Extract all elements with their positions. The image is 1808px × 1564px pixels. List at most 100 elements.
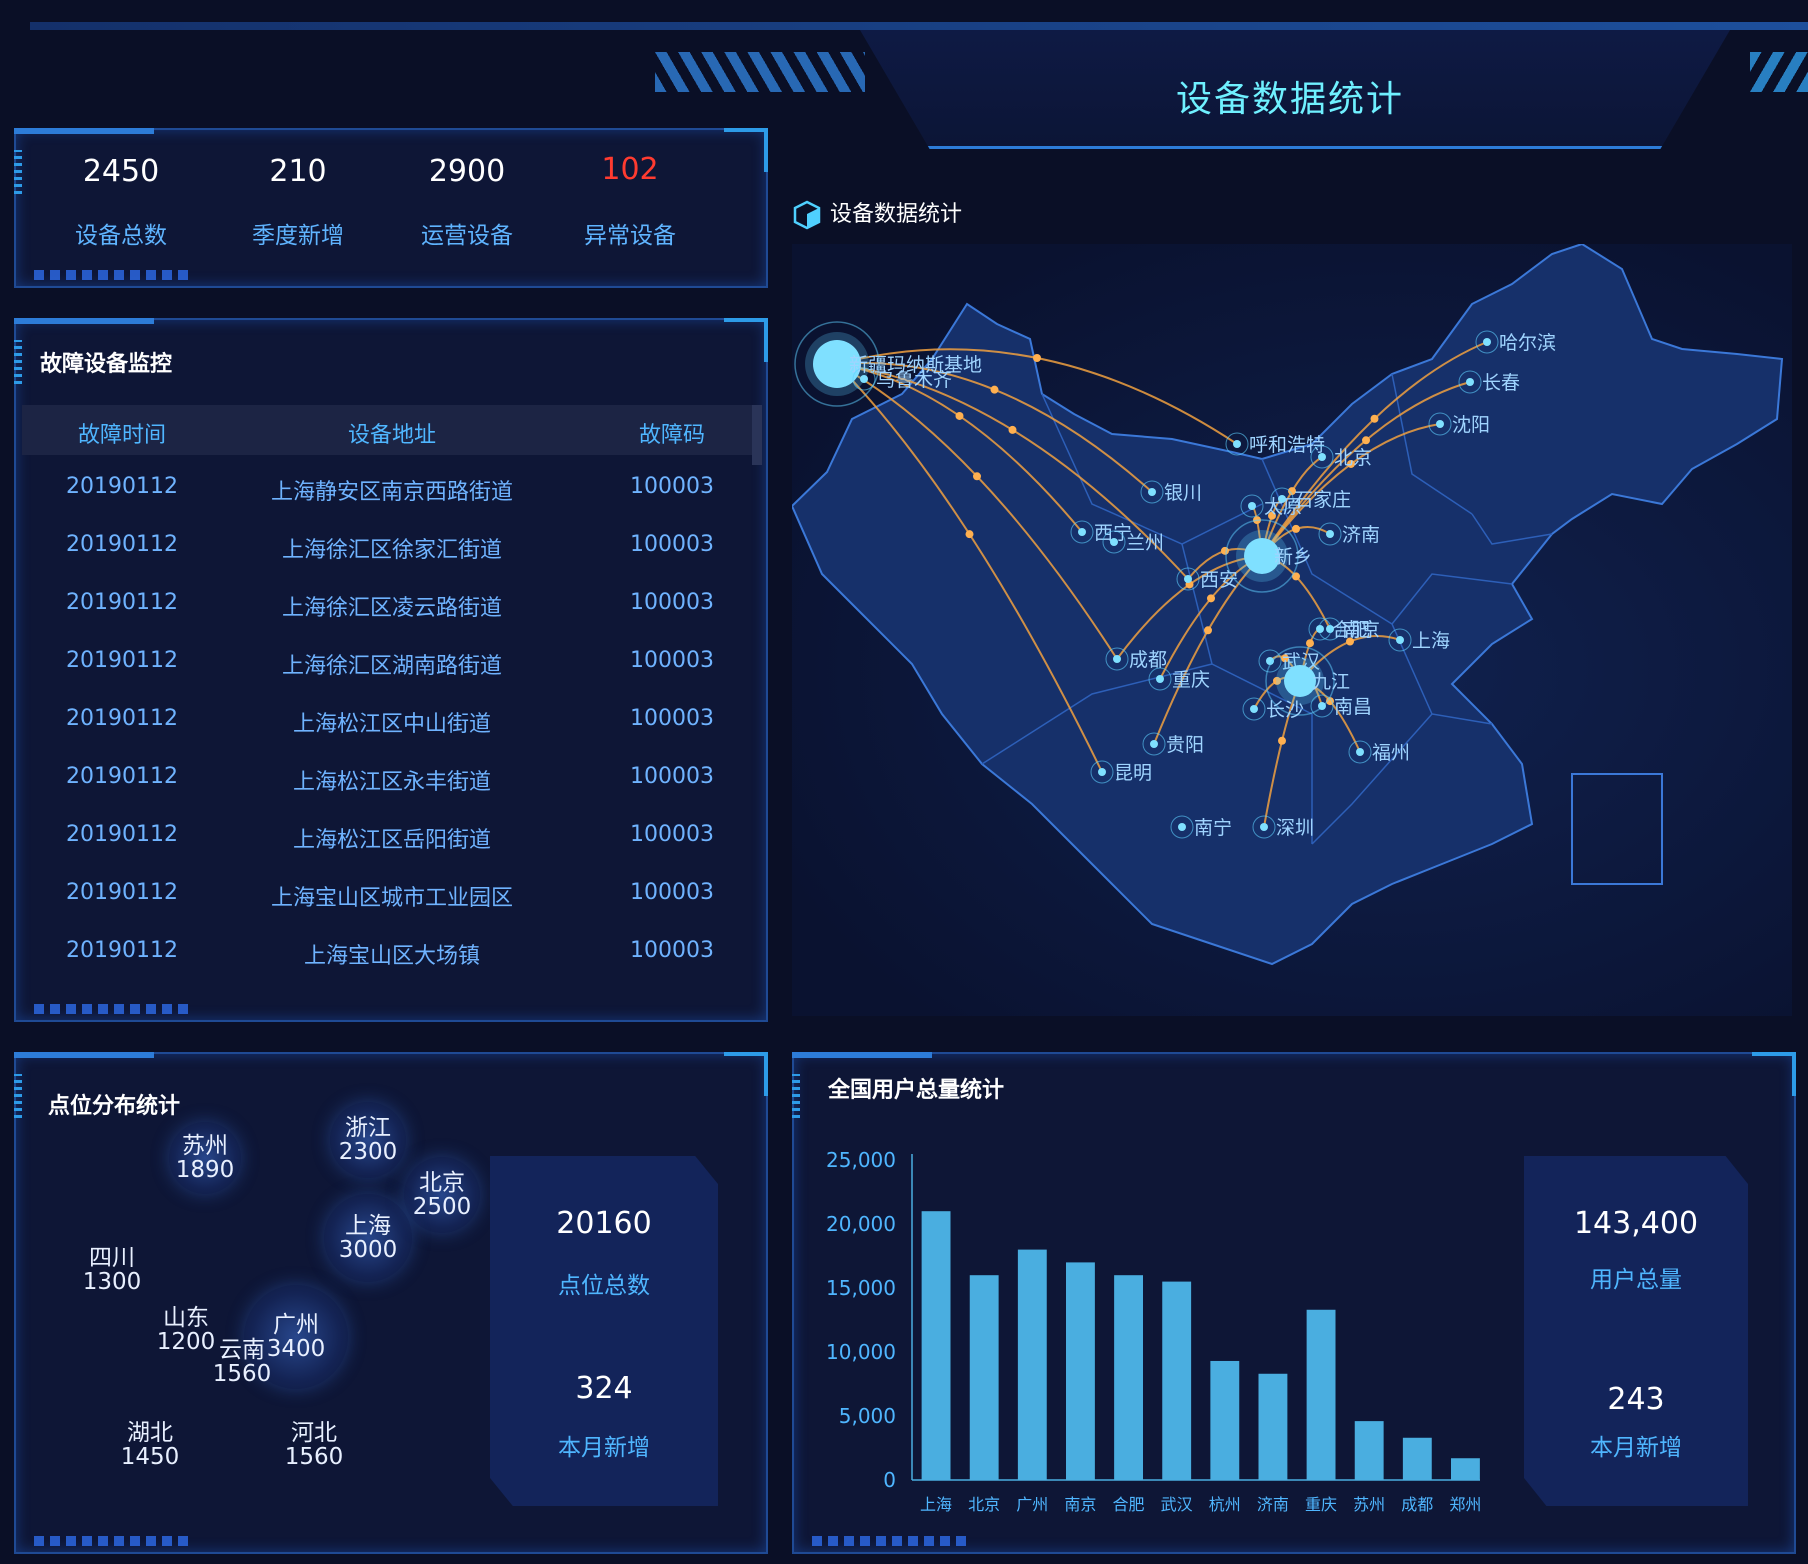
- city-point[interactable]: [1148, 488, 1156, 496]
- city-label: 沈阳: [1452, 414, 1490, 436]
- table-row[interactable]: 20190112 上海宝山区大场镇 100003: [22, 924, 752, 982]
- device-address-cell: 上海松江区永丰街道: [292, 770, 491, 795]
- city-point[interactable]: [1233, 440, 1241, 448]
- city-point[interactable]: [1150, 740, 1158, 748]
- city-point[interactable]: [860, 375, 868, 383]
- bar[interactable]: [1354, 1421, 1384, 1480]
- bar[interactable]: [969, 1275, 999, 1480]
- city-point[interactable]: [1326, 530, 1334, 538]
- users-summary: 143,400 用户总量 243 本月新增: [1524, 1156, 1748, 1506]
- x-tick-label: 苏州: [1353, 1495, 1385, 1514]
- fault-code-cell: 100003: [630, 706, 714, 731]
- city-label: 太原: [1264, 496, 1302, 518]
- fault-time-cell: 20190112: [66, 706, 178, 731]
- city-label: 石家庄: [1294, 489, 1351, 511]
- flight-dot: [1204, 626, 1212, 635]
- city-point[interactable]: [1396, 636, 1404, 644]
- table-row[interactable]: 20190112 上海徐汇区湖南路街道 100003: [22, 634, 752, 692]
- flight-dot: [973, 472, 981, 481]
- bar[interactable]: [1162, 1281, 1192, 1480]
- south-sea-inset: [1571, 773, 1663, 885]
- city-point[interactable]: [1318, 702, 1326, 710]
- city-label: 九江: [1312, 671, 1350, 693]
- bar[interactable]: [1066, 1262, 1095, 1480]
- bubble-name: 苏州: [182, 1133, 228, 1159]
- city-label: 南昌: [1334, 696, 1372, 718]
- bar[interactable]: [1451, 1458, 1480, 1480]
- fault-time-cell: 20190112: [66, 648, 178, 673]
- bar[interactable]: [1114, 1275, 1143, 1480]
- city-point[interactable]: [1184, 575, 1192, 583]
- bar[interactable]: [921, 1211, 951, 1480]
- table-row[interactable]: 20190112 上海松江区永丰街道 100003: [22, 750, 752, 808]
- bubble-value: 1890: [175, 1157, 235, 1183]
- bubble-label: 浙江 2300: [308, 1116, 428, 1164]
- map-title: 设备数据统计: [830, 202, 963, 227]
- city-point[interactable]: [1110, 538, 1118, 546]
- distribution-summary: 20160 点位总数 324 本月新增: [490, 1156, 718, 1506]
- bubble-name: 北京: [419, 1170, 465, 1196]
- flight-dot: [955, 411, 964, 420]
- stat-quarter-label: 季度新增: [252, 223, 344, 249]
- bar[interactable]: [1402, 1437, 1432, 1480]
- stat-abnormal-value: 102: [601, 152, 659, 187]
- y-tick-label: 0: [883, 1468, 896, 1492]
- flight-dot: [965, 530, 974, 539]
- city-label: 长沙: [1266, 699, 1304, 721]
- city-point[interactable]: [1318, 453, 1326, 461]
- stat-total-label: 设备总数: [75, 223, 167, 249]
- bar[interactable]: [1306, 1309, 1336, 1480]
- city-point[interactable]: [1178, 823, 1186, 831]
- y-tick-label: 20,000: [826, 1212, 896, 1236]
- device-address-cell: 上海松江区岳阳街道: [292, 828, 491, 853]
- bar[interactable]: [1017, 1249, 1047, 1480]
- city-point[interactable]: [1260, 823, 1268, 831]
- table-row[interactable]: 20190112 上海松江区岳阳街道 100003: [22, 808, 752, 866]
- city-point[interactable]: [1250, 705, 1258, 713]
- city-point[interactable]: [1098, 768, 1106, 776]
- city-point[interactable]: [1483, 338, 1491, 346]
- stat-total-value: 2450: [82, 154, 160, 189]
- bubble-value: 3000: [338, 1237, 398, 1263]
- city-label: 重庆: [1172, 669, 1210, 691]
- china-map[interactable]: 新疆玛纳斯基地 乌鲁木齐 哈尔滨 长春 沈阳 呼和浩特 北京 银川 石家庄 太原 济南 西宁 兰州 新乡西…: [790, 242, 1792, 1016]
- y-tick-label: 15,000: [826, 1276, 896, 1300]
- city-point[interactable]: [1356, 748, 1364, 756]
- table-row[interactable]: 20190112 上海徐汇区凌云路街道 100003: [22, 576, 752, 634]
- table-scrollbar[interactable]: [752, 405, 762, 465]
- fault-code-cell: 100003: [630, 938, 714, 963]
- flight-dot: [1292, 524, 1300, 533]
- distribution-new-value: 324: [575, 1371, 633, 1406]
- city-label: 兰州: [1126, 532, 1164, 554]
- city-point[interactable]: [1078, 528, 1086, 536]
- city-point[interactable]: [1316, 625, 1324, 633]
- distribution-new-label: 本月新增: [558, 1435, 650, 1461]
- x-tick-label: 郑州: [1449, 1495, 1480, 1514]
- bubble-value: 2300: [338, 1139, 398, 1165]
- bar[interactable]: [1210, 1360, 1240, 1480]
- city-label: 昆明: [1114, 762, 1152, 784]
- city-point[interactable]: [1466, 378, 1474, 386]
- city-point[interactable]: [1436, 420, 1444, 428]
- stat-operating-value: 2900: [428, 154, 506, 189]
- bubble-label: 云南 1560: [182, 1338, 302, 1386]
- bar[interactable]: [1258, 1373, 1288, 1480]
- bubble-label: 苏州 1890: [145, 1134, 265, 1182]
- flight-dot: [1278, 736, 1286, 745]
- users-title: 全国用户总量统计: [828, 1078, 1005, 1103]
- table-row[interactable]: 20190112 上海徐汇区徐家汇街道 100003: [22, 518, 752, 576]
- table-row[interactable]: 20190112 上海宝山区城市工业园区 100003: [22, 866, 752, 924]
- bubble-value: 1560: [212, 1361, 272, 1387]
- fault-time-cell: 20190112: [66, 474, 178, 499]
- header-top-bar: [30, 22, 1808, 30]
- city-point[interactable]: [1248, 502, 1256, 510]
- city-point[interactable]: [1156, 675, 1164, 683]
- flight-dot: [990, 385, 999, 394]
- y-tick-label: 10,000: [826, 1340, 896, 1364]
- table-row[interactable]: 20190112 上海松江区中山街道 100003: [22, 692, 752, 750]
- table-row[interactable]: 20190112 上海静安区南京西路街道 100003: [22, 460, 752, 518]
- distribution-total-label: 点位总数: [558, 1273, 650, 1299]
- fault-time-cell: 20190112: [66, 880, 178, 905]
- city-point[interactable]: [1113, 655, 1121, 663]
- bubble-label: 四川 1300: [52, 1246, 172, 1294]
